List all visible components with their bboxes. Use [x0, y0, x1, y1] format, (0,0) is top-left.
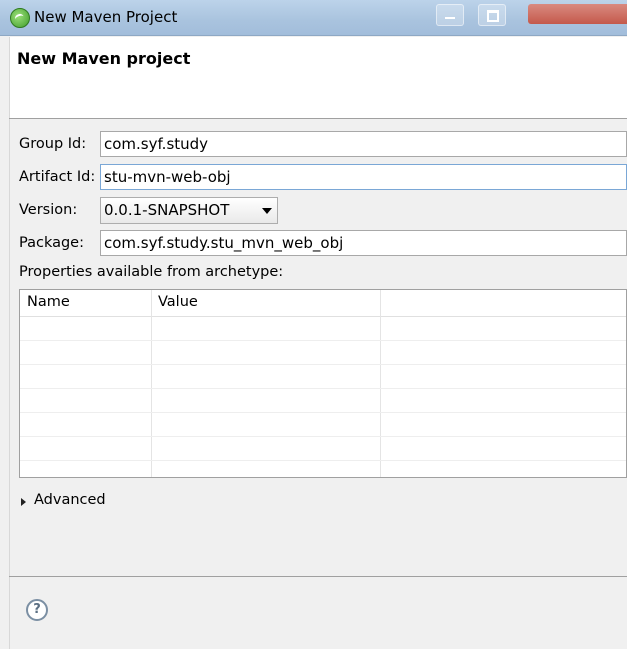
table-header: Name Value	[20, 290, 626, 317]
window-titlebar: New Maven Project	[0, 0, 627, 36]
help-icon[interactable]: ?	[26, 599, 48, 621]
window-title: New Maven Project	[34, 8, 178, 26]
properties-label: Properties available from archetype:	[19, 264, 284, 280]
version-select-value: 0.0.1-SNAPSHOT	[104, 201, 230, 219]
table-row[interactable]	[20, 436, 626, 437]
column-header-value[interactable]: Value	[158, 294, 198, 310]
table-row[interactable]	[20, 460, 626, 461]
table-row[interactable]	[20, 388, 626, 389]
column-divider	[380, 290, 381, 477]
column-header-name[interactable]: Name	[27, 294, 70, 310]
group-id-input[interactable]: com.syf.study	[100, 131, 627, 157]
table-row[interactable]	[20, 340, 626, 341]
version-select[interactable]: 0.0.1-SNAPSHOT	[100, 197, 278, 224]
chevron-down-icon[interactable]	[262, 208, 272, 214]
properties-table[interactable]: Name Value	[19, 289, 627, 478]
package-label: Package:	[19, 235, 84, 251]
table-row[interactable]	[20, 364, 626, 365]
version-label: Version:	[19, 202, 78, 218]
close-button[interactable]	[528, 4, 627, 24]
package-input[interactable]: com.syf.study.stu_mvn_web_obj	[100, 230, 627, 256]
group-id-label: Group Id:	[19, 136, 87, 152]
column-divider	[151, 290, 152, 477]
advanced-toggle[interactable]: Advanced	[34, 492, 106, 508]
minimize-button[interactable]	[436, 4, 464, 26]
page-title: New Maven project	[17, 49, 191, 68]
maximize-button[interactable]	[478, 4, 506, 26]
wizard-header: New Maven project	[9, 37, 627, 118]
table-row[interactable]	[20, 412, 626, 413]
expand-arrow-icon[interactable]	[21, 498, 26, 506]
artifact-id-label: Artifact Id:	[19, 169, 96, 185]
artifact-id-input[interactable]: stu-mvn-web-obj	[100, 164, 627, 190]
spring-app-icon	[10, 8, 30, 28]
wizard-footer	[9, 577, 627, 649]
